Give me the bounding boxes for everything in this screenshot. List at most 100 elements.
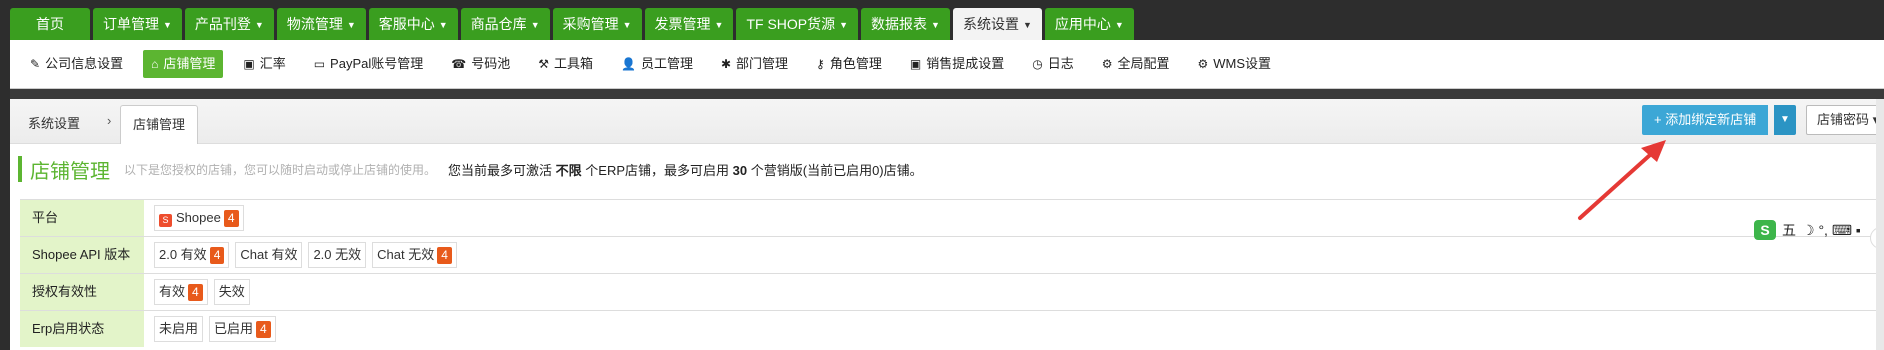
- caret-down-icon: ▼: [1780, 114, 1790, 125]
- subnav-item[interactable]: ▣ 销售提成设置: [902, 50, 1012, 78]
- subnav-item[interactable]: ⚷ 角色管理: [808, 50, 890, 78]
- filter-chip-label: 已启用: [214, 321, 254, 336]
- filter-row: Erp启用状态 未启用 已启用 4: [20, 310, 1884, 347]
- subnav-item-label: 公司信息设置: [45, 56, 124, 71]
- count-badge: 4: [209, 247, 225, 264]
- gear-icon: ⚙: [1197, 57, 1209, 71]
- quota-suffix: 个营销版(当前已启用0)店铺。: [750, 162, 923, 178]
- breadcrumb: 系统设置 › 店铺管理: [10, 99, 1884, 144]
- filter-row: 授权有效性 有效 4 失效: [20, 273, 1884, 310]
- subnav-item-label: 角色管理: [829, 56, 882, 71]
- subnav-item-label: 工具箱: [553, 56, 593, 71]
- subnav-item[interactable]: ▭ PayPal账号管理: [306, 50, 432, 78]
- subnav-item[interactable]: ☎ 号码池: [443, 50, 518, 78]
- topnav-item[interactable]: TF SHOP货源 ▼: [736, 8, 859, 40]
- filter-chip-label: Chat 有效: [240, 247, 298, 262]
- add-store-button[interactable]: + 添加绑定新店铺: [1642, 105, 1769, 135]
- filter-chip[interactable]: 有效 4: [154, 279, 208, 305]
- topnav-item[interactable]: 商品仓库 ▼: [460, 8, 550, 40]
- topnav-item[interactable]: 发票管理 ▼: [644, 8, 734, 40]
- store-password-button[interactable]: 店铺密码 ▾: [1806, 105, 1884, 135]
- card-icon: ▭: [313, 57, 326, 71]
- topnav-item[interactable]: 应用中心 ▼: [1044, 8, 1134, 40]
- caret-down-icon: ▼: [1022, 20, 1032, 31]
- filter-chip[interactable]: Chat 无效 4: [372, 242, 457, 268]
- ime-toolbar: S 五 ☽ °, ⌨ ▪: [1754, 219, 1861, 241]
- subnav-item[interactable]: ⚙ 全局配置: [1094, 50, 1178, 78]
- filter-chip-label: 有效: [159, 284, 186, 299]
- topnav-item[interactable]: 订单管理 ▼: [93, 8, 182, 40]
- subnav-item-label: 店铺管理: [163, 56, 216, 71]
- count-badge: 4: [188, 284, 203, 301]
- breadcrumb-home[interactable]: 系统设置: [28, 113, 80, 132]
- filter-options: 2.0 有效 4 Chat 有效 2.0 无效 Chat 无效 4: [144, 242, 457, 268]
- filter-chip[interactable]: 未启用: [154, 316, 204, 342]
- topnav-item[interactable]: 首页: [10, 8, 90, 40]
- add-store-dropdown-button[interactable]: ▼: [1774, 105, 1796, 135]
- subnav-item-label: 销售提成设置: [926, 56, 1005, 71]
- home-icon: ⌂: [151, 57, 159, 71]
- subnav-item-label: 日志: [1047, 56, 1074, 71]
- ime-mode[interactable]: 五: [1782, 220, 1796, 240]
- subnav-item[interactable]: ✎ 公司信息设置: [22, 50, 131, 78]
- quota-unlimited: 不限: [555, 162, 582, 178]
- sub-nav: ✎ 公司信息设置 ⌂ 店铺管理 ▣ 汇率 ▭ PayPal账号管理 ☎ 号码池 ⚒ 工具箱 👤 员工管理 ✱…: [10, 40, 1884, 89]
- count-badge: 4: [223, 210, 239, 227]
- topnav-item-label: 订单管理: [103, 16, 159, 32]
- shopee-icon: S: [159, 214, 172, 227]
- subnav-item-label: 号码池: [471, 56, 511, 71]
- subnav-item[interactable]: ◷ 日志: [1024, 50, 1082, 78]
- tab-store-management[interactable]: 店铺管理: [120, 105, 199, 144]
- caret-down-icon: ▼: [931, 20, 940, 31]
- key-icon: ⚷: [816, 57, 825, 71]
- top-nav: 首页 订单管理 ▼ 产品刊登 ▼ 物流管理 ▼ 客服中心 ▼ 商品仓库 ▼ 采购管理 ▼ 发票管理 ▼ TF …: [10, 8, 1134, 40]
- subnav-item-label: 部门管理: [736, 56, 789, 71]
- clock-icon: ◷: [1032, 57, 1043, 71]
- filter-chip[interactable]: 已启用 4: [209, 316, 276, 342]
- subnav-item-label: 汇率: [259, 56, 286, 71]
- subnav-item-label: PayPal账号管理: [330, 56, 424, 71]
- filter-chip[interactable]: 2.0 有效 4: [154, 242, 230, 268]
- filter-chip[interactable]: 失效: [213, 279, 250, 305]
- user-icon: 👤: [621, 57, 636, 71]
- caret-down-icon: ▼: [254, 20, 264, 31]
- asterisk-icon: ✱: [720, 57, 732, 71]
- topnav-item[interactable]: 系统设置 ▼: [952, 8, 1042, 40]
- ime-tools-icon[interactable]: ☽ °, ⌨ ▪: [1802, 222, 1861, 239]
- subnav-item[interactable]: ⚒ 工具箱: [530, 50, 601, 78]
- filter-options: 有效 4 失效: [144, 279, 250, 305]
- caret-down-icon: ▼: [622, 20, 632, 31]
- topnav-item-label: 应用中心: [1054, 16, 1111, 32]
- quota-mid: 个ERP店铺，最多可启用: [585, 162, 730, 178]
- scrollbar[interactable]: [1876, 99, 1884, 350]
- topnav-item[interactable]: 产品刊登 ▼: [184, 8, 274, 40]
- subnav-item[interactable]: ⌂ 店铺管理: [143, 50, 224, 78]
- quota-count: 30: [732, 162, 748, 178]
- breadcrumb-separator: ›: [107, 113, 112, 128]
- caret-down-icon: ▼: [530, 20, 540, 31]
- topnav-item-label: 产品刊登: [194, 16, 251, 32]
- filter-chip-label: 2.0 有效: [159, 247, 207, 262]
- filter-label: 平台: [20, 200, 144, 236]
- subnav-item[interactable]: ⚙ WMS设置: [1190, 50, 1280, 78]
- topnav-item-label: TF SHOP货源: [746, 16, 836, 32]
- topnav-item[interactable]: 数据报表 ▼: [861, 8, 950, 40]
- filter-chip[interactable]: 2.0 无效: [308, 242, 367, 268]
- count-badge: 4: [256, 321, 271, 338]
- caret-down-icon: ▼: [1114, 20, 1124, 31]
- gear-icon: ⚙: [1101, 57, 1113, 71]
- filter-label: 授权有效性: [20, 274, 144, 310]
- topnav-item[interactable]: 采购管理 ▼: [552, 8, 642, 40]
- subnav-item[interactable]: 👤 员工管理: [613, 50, 701, 78]
- topnav-item[interactable]: 物流管理 ▼: [276, 8, 366, 40]
- topnav-item-label: 采购管理: [562, 16, 619, 32]
- subnav-item[interactable]: ▣ 汇率: [235, 50, 293, 78]
- filter-chip[interactable]: Chat 有效: [235, 242, 303, 268]
- filter-label: Erp启用状态: [20, 311, 144, 347]
- filter-chip[interactable]: S Shopee 4: [154, 205, 244, 231]
- subnav-item-label: 员工管理: [640, 56, 693, 71]
- sogou-ime-icon[interactable]: S: [1754, 220, 1776, 240]
- topnav-item[interactable]: 客服中心 ▼: [368, 8, 458, 40]
- subnav-item[interactable]: ✱ 部门管理: [713, 50, 796, 78]
- title-accent-bar: [18, 156, 22, 182]
